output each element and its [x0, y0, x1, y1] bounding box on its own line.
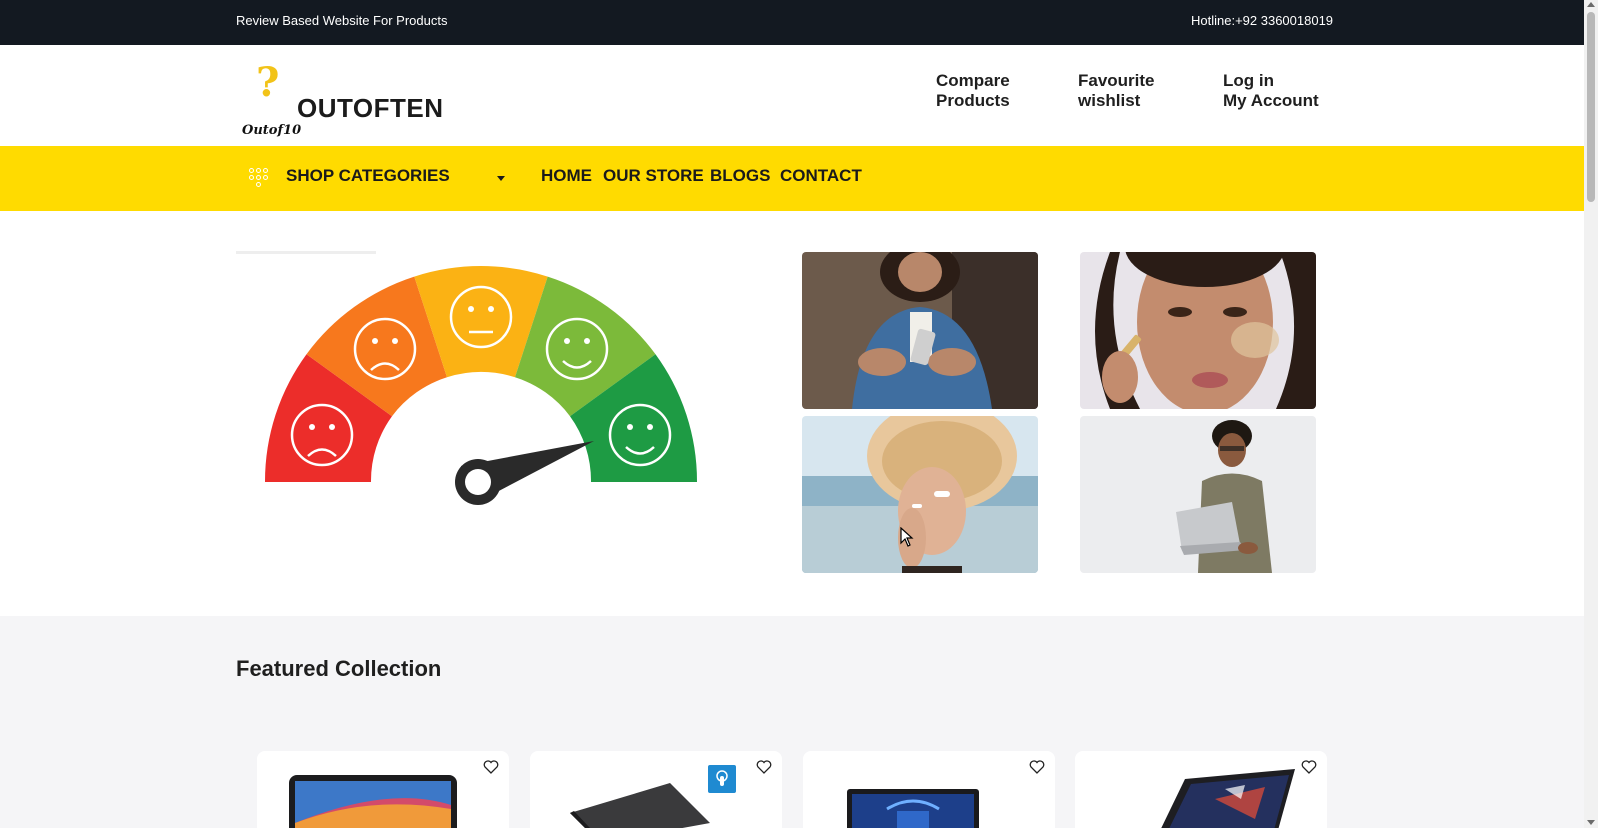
featured-section: Featured Collection	[0, 616, 1584, 828]
product-card[interactable]	[530, 751, 782, 828]
scroll-up-icon[interactable]	[1587, 2, 1595, 7]
logo-text[interactable]: OUTOFTEN	[297, 93, 444, 124]
laptop-image	[570, 783, 710, 828]
chevron-down-icon[interactable]	[497, 176, 505, 181]
heart-icon[interactable]	[483, 759, 499, 775]
logo-script: Outof10	[242, 123, 302, 138]
heart-icon[interactable]	[1029, 759, 1045, 775]
favourite-wishlist-link[interactable]: Favourite wishlist	[1078, 71, 1155, 111]
laptop-image	[289, 775, 457, 828]
product-card[interactable]	[803, 751, 1055, 828]
satisfaction-gauge-icon[interactable]	[236, 251, 726, 551]
page-scrollbar[interactable]	[1584, 0, 1598, 828]
scroll-down-icon[interactable]	[1587, 820, 1595, 825]
laptop-image	[1161, 769, 1295, 828]
logo-icon[interactable]: ? Outof10	[240, 59, 301, 138]
thumbnail-woman-with-phone[interactable]	[802, 252, 1038, 409]
laptop-image	[847, 789, 979, 828]
hotline[interactable]: Hotline:+92 3360018019	[1191, 13, 1333, 28]
scrollbar-thumb[interactable]	[1587, 12, 1595, 202]
nav-our-store[interactable]: OUR STORE	[603, 166, 704, 186]
product-card[interactable]	[257, 751, 509, 828]
top-bar: Review Based Website For Products Hotlin…	[0, 0, 1584, 45]
thumbnail-woman-applying-sunscreen[interactable]	[802, 416, 1038, 573]
shop-categories-dropdown[interactable]: SHOP CATEGORIES	[286, 166, 450, 186]
header: ? Outof10 OUTOFTEN Compare Products Favo…	[0, 45, 1584, 146]
categories-grid-icon[interactable]	[249, 168, 269, 188]
heart-icon[interactable]	[756, 759, 772, 775]
thumbnail-woman-applying-serum[interactable]	[1080, 252, 1316, 409]
featured-title: Featured Collection	[236, 656, 442, 681]
nav-blogs[interactable]: BLOGS	[710, 166, 770, 186]
nav-contact[interactable]: CONTACT	[780, 166, 862, 186]
compare-products-link[interactable]: Compare Products	[936, 71, 1010, 111]
nav-home[interactable]: HOME	[541, 166, 592, 186]
tagline: Review Based Website For Products	[236, 13, 448, 28]
hero-section	[0, 211, 1584, 616]
login-account-link[interactable]: Log in My Account	[1223, 71, 1319, 111]
mouse-cursor-icon	[900, 527, 914, 547]
thumbnail-man-with-laptop[interactable]	[1080, 416, 1316, 573]
nav-bar: SHOP CATEGORIES HOME OUR STORE BLOGS CON…	[0, 146, 1584, 211]
product-card[interactable]	[1075, 751, 1327, 828]
